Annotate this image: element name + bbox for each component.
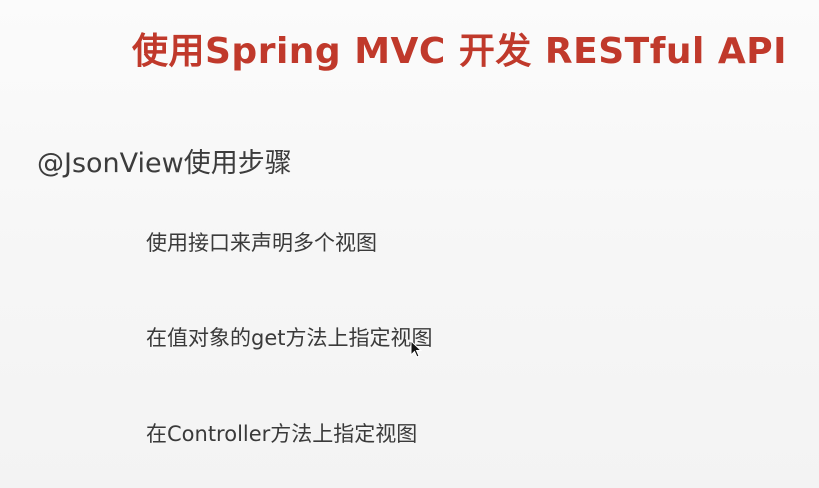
mouse-pointer-icon bbox=[410, 340, 422, 358]
step-item-3: 在Controller方法上指定视图 bbox=[146, 422, 418, 446]
slide-title: 使用Spring MVC 开发 RESTful API bbox=[132, 31, 787, 72]
step-item-1: 使用接口来声明多个视图 bbox=[146, 231, 377, 255]
section-heading: @JsonView使用步骤 bbox=[37, 148, 292, 179]
presentation-slide: 使用Spring MVC 开发 RESTful API @JsonView使用步… bbox=[0, 0, 819, 488]
step-item-2: 在值对象的get方法上指定视图 bbox=[146, 326, 433, 350]
